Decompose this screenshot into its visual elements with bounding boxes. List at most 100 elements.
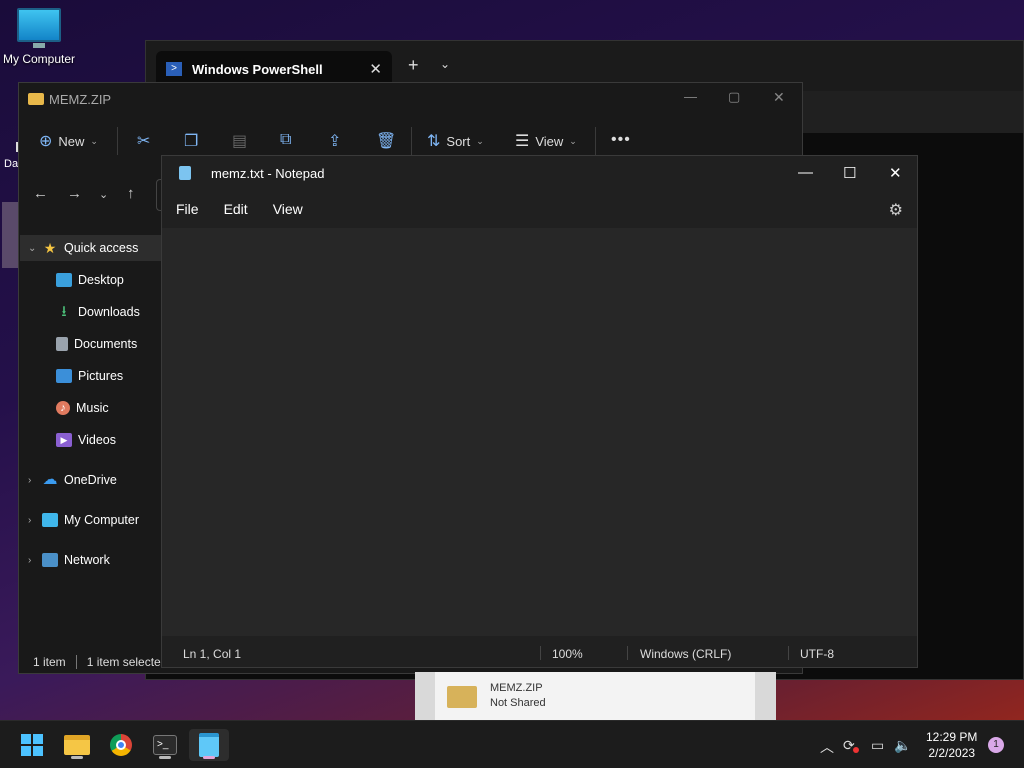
sort-button[interactable]: ⇅ Sort ⌄	[427, 131, 484, 151]
view-button[interactable]: ☰ View ⌄	[515, 131, 577, 151]
menu-view[interactable]: View	[273, 201, 328, 217]
sidebar-item-quick-access[interactable]: ⌄ ★ Quick access	[20, 235, 162, 261]
rename-button[interactable]: ⧉	[280, 131, 291, 149]
copy-icon: ❐	[184, 133, 199, 150]
scissors-icon: ✂	[137, 133, 151, 150]
active-indicator	[159, 756, 171, 759]
minimize-icon[interactable]: —	[684, 89, 697, 104]
rename-icon: ⧉	[280, 131, 292, 148]
sidebar-item-documents[interactable]: Documents	[56, 337, 137, 351]
dialog-content: MEMZ.ZIP Not Shared	[435, 672, 755, 720]
new-button[interactable]: ⊕ New ⌄	[39, 131, 98, 151]
sidebar-label: Downloads	[78, 305, 140, 319]
forward-icon[interactable]: →	[67, 185, 82, 202]
delete-button[interactable]: 🗑	[376, 131, 396, 151]
close-icon[interactable]: ✕	[889, 164, 902, 182]
taskbar-notepad[interactable]	[189, 729, 229, 761]
taskbar-terminal[interactable]: >_	[145, 729, 185, 761]
sidebar-item-onedrive[interactable]: › ☁ OneDrive	[28, 471, 117, 488]
sidebar-label: Documents	[74, 337, 138, 351]
tab-dropdown-button[interactable]: ⌄	[440, 57, 450, 71]
desktop-icon-my-computer[interactable]: My Computer	[0, 8, 78, 66]
up-icon[interactable]: ↑	[127, 185, 135, 202]
item-count: 1 item	[33, 655, 66, 669]
toolbar-divider	[117, 127, 118, 155]
line-ending: Windows (CRLF)	[640, 647, 732, 661]
properties-dialog-peek: MEMZ.ZIP Not Shared	[415, 672, 776, 720]
volume-icon[interactable]: 🔈	[894, 737, 911, 754]
sidebar-item-downloads[interactable]: ⭳ Downloads	[56, 304, 140, 319]
chevron-right-icon: ›	[28, 514, 32, 526]
cut-button[interactable]: ✂	[137, 131, 150, 151]
folder-icon	[28, 93, 44, 105]
text-editor-area[interactable]	[162, 228, 917, 636]
network-icon[interactable]: ▭	[871, 737, 884, 754]
desktop-icon-label: My Computer	[2, 52, 76, 66]
sidebar-item-network[interactable]: › Network	[28, 553, 110, 567]
sidebar-label: Pictures	[78, 369, 124, 383]
sort-icon: ⇅	[427, 133, 441, 150]
sidebar-label: Music	[76, 401, 109, 415]
taskbar-chrome[interactable]	[101, 729, 141, 761]
cloud-icon: ☁	[42, 471, 58, 488]
chevron-right-icon: ›	[28, 554, 32, 566]
toolbar-divider	[411, 127, 412, 155]
view-list-icon: ☰	[515, 133, 530, 150]
sidebar-item-videos[interactable]: ▶ Videos	[56, 433, 116, 447]
clipboard-icon: ▤	[232, 133, 248, 150]
sidebar-item-pictures[interactable]: Pictures	[56, 369, 123, 383]
close-tab-icon[interactable]: ✕	[369, 60, 382, 78]
monitor-icon	[17, 8, 61, 48]
chevron-down-icon: ⌄	[28, 242, 37, 254]
menu-edit[interactable]: Edit	[224, 201, 273, 217]
music-icon: ♪	[56, 401, 70, 415]
view-label: View	[535, 133, 564, 149]
document-icon	[56, 337, 68, 351]
new-tab-button[interactable]: +	[408, 55, 419, 76]
notepad-title: memz.txt - Notepad	[211, 165, 325, 181]
sidebar-item-music[interactable]: ♪ Music	[56, 401, 109, 415]
share-button[interactable]: ⇪	[328, 131, 341, 151]
settings-gear-icon[interactable]: ⚙	[889, 200, 903, 220]
notepad-menu-bar: File Edit View	[162, 190, 917, 228]
new-label: New	[58, 133, 85, 149]
dialog-share-status: Not Shared	[490, 697, 546, 709]
notepad-icon	[179, 166, 191, 180]
copy-button[interactable]: ❐	[184, 131, 198, 151]
menu-file[interactable]: File	[176, 201, 224, 217]
close-icon[interactable]: ✕	[773, 89, 785, 106]
notification-badge[interactable]: 1	[988, 737, 1004, 753]
videos-icon: ▶	[56, 433, 72, 447]
zoom-level: 100%	[552, 647, 583, 661]
start-button[interactable]	[12, 729, 52, 761]
share-icon: ⇪	[328, 133, 342, 150]
terminal-icon: >_	[153, 735, 177, 755]
sidebar-label: OneDrive	[64, 473, 117, 487]
maximize-icon[interactable]: ▢	[728, 89, 740, 105]
chevron-up-icon[interactable]: ︿	[820, 737, 834, 757]
chevron-down-icon: ⌄	[476, 135, 484, 146]
clock[interactable]: 12:29 PM 2/2/2023	[926, 729, 977, 761]
powershell-icon: >	[166, 62, 182, 76]
sidebar-label: Quick access	[64, 241, 139, 255]
notepad-window[interactable]: memz.txt - Notepad — ☐ ✕ File Edit View …	[161, 155, 918, 668]
chevron-down-icon: ⌄	[569, 135, 577, 146]
trash-icon: 🗑	[376, 133, 397, 150]
sidebar-label: Videos	[78, 433, 116, 447]
minimize-icon[interactable]: —	[798, 164, 813, 181]
chevron-right-icon: ›	[28, 474, 32, 486]
back-icon[interactable]: ←	[33, 185, 48, 202]
sidebar-item-desktop[interactable]: Desktop	[56, 273, 124, 287]
taskbar-file-explorer[interactable]	[57, 729, 97, 761]
sidebar-item-my-computer[interactable]: › My Computer	[28, 513, 139, 527]
clock-date: 2/2/2023	[928, 746, 976, 760]
toolbar-divider	[595, 127, 596, 155]
paste-button[interactable]: ▤	[232, 131, 247, 151]
status-divider	[627, 646, 628, 660]
monitor-icon	[42, 513, 58, 527]
more-options-button[interactable]: •••	[611, 131, 631, 149]
terminal-tab-title: Windows PowerShell	[192, 61, 323, 77]
maximize-icon[interactable]: ☐	[843, 164, 856, 182]
explorer-status-bar: 1 item 1 item selected	[33, 655, 167, 669]
recent-locations-icon[interactable]: ⌄	[99, 188, 108, 201]
